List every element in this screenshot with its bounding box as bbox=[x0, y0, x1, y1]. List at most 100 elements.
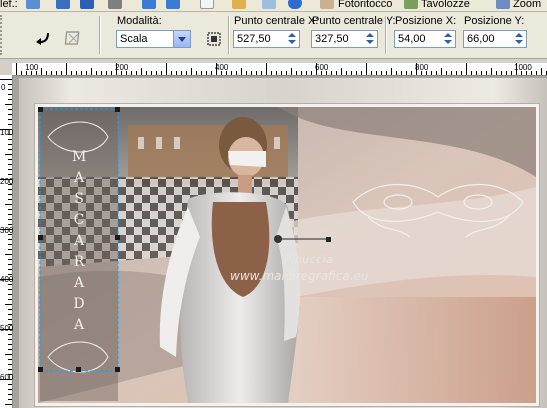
image-inner-frame: M A S C A R A D A Pinuccia www.maidiregr… bbox=[35, 104, 539, 406]
ruler-tick bbox=[91, 68, 92, 75]
spin-down-icon[interactable] bbox=[515, 40, 523, 44]
palette-icon[interactable] bbox=[262, 0, 276, 9]
rotation-pivot-icon[interactable] bbox=[274, 235, 282, 243]
toolbar-grip[interactable] bbox=[0, 15, 7, 55]
ruler-tick bbox=[8, 284, 12, 285]
ruler-tick bbox=[306, 71, 307, 75]
vertical-letter: A bbox=[73, 317, 85, 333]
ruler-left-label: 400 bbox=[0, 275, 14, 284]
spin-up-icon[interactable] bbox=[515, 33, 523, 37]
ruler-tick bbox=[231, 71, 232, 75]
ruler-tick bbox=[8, 209, 12, 210]
center-x-spinner[interactable] bbox=[286, 32, 298, 46]
ruler-tick bbox=[8, 264, 12, 265]
zoom-menu-icon[interactable] bbox=[496, 0, 510, 9]
pos-y-spinner[interactable] bbox=[513, 32, 525, 46]
ruler-tick bbox=[186, 71, 187, 75]
retouch-icon[interactable] bbox=[320, 0, 334, 9]
ruler-tick bbox=[5, 304, 12, 305]
menu-fragment-left: lef.: bbox=[0, 0, 18, 10]
pos-y-field[interactable]: 66,00 bbox=[463, 30, 527, 48]
save-icon[interactable] bbox=[56, 0, 70, 9]
spin-up-icon[interactable] bbox=[444, 33, 452, 37]
ruler-tick bbox=[66, 63, 67, 75]
ruler-tick bbox=[411, 71, 412, 75]
cursor-tool-icon[interactable] bbox=[26, 0, 40, 9]
undo-icon[interactable] bbox=[142, 0, 156, 9]
center-x-value: 527,50 bbox=[237, 33, 271, 45]
pos-x-spinner[interactable] bbox=[442, 32, 454, 46]
center-x-label: Punto centrale X: bbox=[234, 15, 319, 27]
ruler-tick bbox=[466, 63, 467, 75]
spin-down-icon[interactable] bbox=[366, 40, 374, 44]
ruler-tick bbox=[8, 139, 12, 140]
ruler-tick bbox=[8, 359, 12, 360]
deform-tool-icon[interactable] bbox=[64, 29, 82, 47]
ruler-tick bbox=[271, 71, 272, 75]
ruler-top-label: 200 bbox=[115, 63, 129, 72]
save-as-icon[interactable] bbox=[80, 0, 94, 9]
browse-icon[interactable] bbox=[232, 0, 246, 9]
center-y-field[interactable]: 327,50 bbox=[311, 30, 378, 48]
palettes-menu-icon[interactable] bbox=[404, 0, 418, 9]
ruler-tick bbox=[371, 71, 372, 75]
ruler-top-label: 800 bbox=[415, 63, 429, 72]
ruler-tick bbox=[8, 159, 12, 160]
print-icon[interactable] bbox=[108, 0, 122, 9]
spin-down-icon[interactable] bbox=[444, 40, 452, 44]
ruler-left[interactable]: 0 100 200 300 400 500 600 bbox=[0, 75, 13, 408]
menu-tavolozze[interactable]: Tavolozze bbox=[421, 0, 470, 11]
ruler-top[interactable]: 100 200 400 600 800 1000 bbox=[12, 63, 547, 76]
ruler-top-label: 100 bbox=[25, 63, 39, 72]
ruler-tick bbox=[296, 71, 297, 75]
ruler-tick bbox=[506, 71, 507, 75]
ruler-tick bbox=[8, 319, 12, 320]
woman-mask bbox=[228, 151, 266, 167]
ruler-tick bbox=[5, 154, 12, 155]
center-x-field[interactable]: 527,50 bbox=[233, 30, 300, 48]
ruler-tick bbox=[281, 71, 282, 75]
ruler-tick bbox=[181, 71, 182, 75]
mode-select[interactable]: Scala bbox=[116, 30, 191, 48]
new-document-icon[interactable] bbox=[200, 0, 214, 9]
ruler-tick bbox=[266, 63, 267, 75]
ruler-tick bbox=[376, 71, 377, 75]
spin-down-icon[interactable] bbox=[288, 40, 296, 44]
ruler-tick bbox=[211, 71, 212, 75]
ruler-tick bbox=[5, 354, 12, 355]
ruler-tick bbox=[51, 71, 52, 75]
pos-y-value: 66,00 bbox=[467, 33, 495, 45]
transform-box-icon[interactable] bbox=[205, 30, 223, 48]
ruler-tick bbox=[8, 249, 12, 250]
ruler-tick bbox=[111, 71, 112, 75]
ruler-tick bbox=[176, 71, 177, 75]
ruler-tick bbox=[196, 71, 197, 75]
menu-zoom[interactable]: Zoom bbox=[513, 0, 541, 11]
ruler-left-label: 0 bbox=[1, 83, 6, 92]
ruler-tick bbox=[76, 71, 77, 75]
center-y-spinner[interactable] bbox=[364, 32, 376, 46]
pos-x-field[interactable]: 54,00 bbox=[394, 30, 456, 48]
rotation-handle[interactable] bbox=[326, 237, 331, 242]
spin-up-icon[interactable] bbox=[288, 33, 296, 37]
redo-icon[interactable] bbox=[166, 0, 180, 9]
reset-tool-icon[interactable] bbox=[34, 29, 52, 47]
ruler-tick bbox=[16, 63, 17, 75]
menu-fotoritocco[interactable]: Fotoritocco bbox=[338, 0, 392, 11]
ruler-tick bbox=[341, 68, 342, 75]
ruler-left-label: 500 bbox=[0, 324, 14, 333]
ruler-tick bbox=[291, 68, 292, 75]
ruler-tick bbox=[8, 294, 12, 295]
ruler-tick bbox=[336, 71, 337, 75]
ruler-tick bbox=[8, 384, 12, 385]
info-icon[interactable] bbox=[288, 0, 302, 9]
spin-up-icon[interactable] bbox=[366, 33, 374, 37]
ruler-tick bbox=[8, 94, 12, 95]
ruler-tick bbox=[456, 71, 457, 75]
chevron-down-icon[interactable] bbox=[173, 31, 190, 47]
ruler-tick bbox=[236, 71, 237, 75]
document-canvas[interactable]: M A S C A R A D A Pinuccia www.maidiregr… bbox=[13, 76, 547, 408]
ruler-tick bbox=[501, 71, 502, 75]
ruler-tick bbox=[5, 254, 12, 255]
ruler-tick bbox=[351, 71, 352, 75]
